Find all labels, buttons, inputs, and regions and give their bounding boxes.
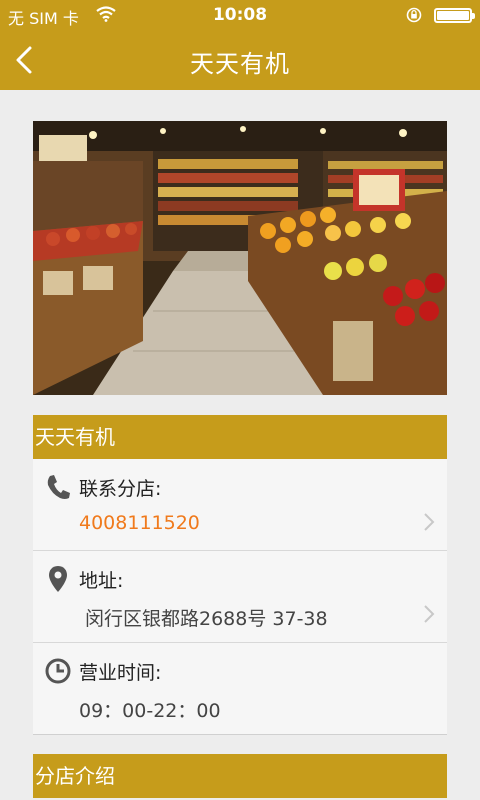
store-photo (33, 121, 447, 395)
address-row[interactable]: 地址: 闵行区银都路2688号 37-38 (33, 551, 447, 643)
hours-label: 营业时间: (79, 662, 162, 684)
phone-number[interactable]: 4008111520 (79, 512, 200, 534)
chevron-right-icon (424, 513, 435, 531)
address-label: 地址: (79, 570, 124, 592)
store-name-header: 天天有机 (33, 415, 447, 459)
clock-icon (45, 658, 71, 684)
map-pin-icon (49, 566, 67, 592)
page-title: 天天有机 (190, 50, 290, 78)
phone-icon (47, 475, 70, 499)
contact-label: 联系分店: (79, 478, 162, 500)
store-intro-header: 分店介绍 (33, 754, 447, 798)
rotation-lock-icon (406, 7, 422, 23)
top-bar: 无 SIM 卡 10:08 天天有机 (0, 0, 480, 90)
battery-icon (434, 8, 475, 23)
hours-value: 09：00-22：00 (79, 700, 221, 722)
chevron-right-icon (424, 605, 435, 623)
status-bar: 无 SIM 卡 10:08 (0, 0, 480, 30)
address-value: 闵行区银都路2688号 37-38 (85, 608, 328, 630)
hours-row: 营业时间: 09：00-22：00 (33, 643, 447, 735)
store-info-card: 联系分店: 4008111520 地址: 闵行区银都路2688号 37-38 营… (33, 459, 447, 735)
contact-row[interactable]: 联系分店: 4008111520 (33, 459, 447, 551)
